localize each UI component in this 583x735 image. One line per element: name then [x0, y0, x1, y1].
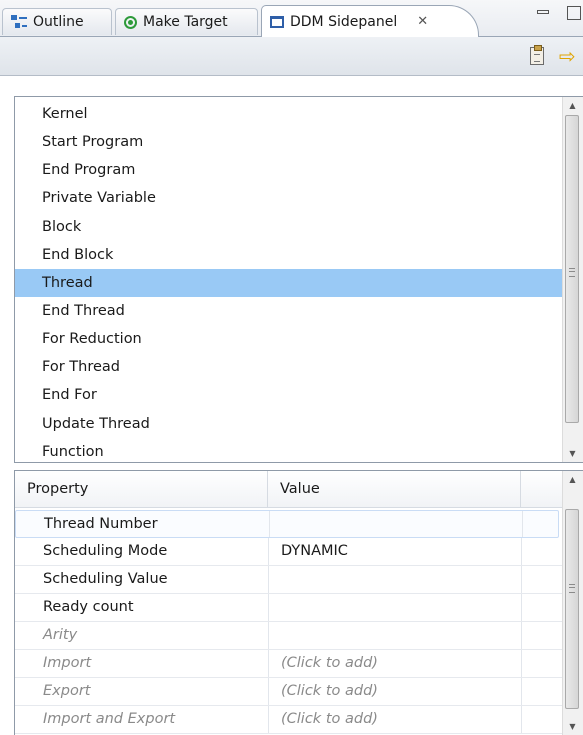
property-value[interactable]: (Click to add)	[281, 678, 521, 705]
column-divider	[521, 650, 522, 677]
scroll-down-icon[interactable]: ▼	[563, 445, 582, 462]
tab-make-target-label: Make Target	[143, 14, 228, 30]
property-name: Thread Number	[44, 516, 158, 532]
property-name: Ready count	[43, 599, 134, 615]
column-divider	[268, 538, 269, 565]
tab-outline[interactable]: Outline	[2, 8, 112, 35]
list-item[interactable]: End Thread	[15, 297, 563, 325]
property-value[interactable]: (Click to add)	[281, 650, 521, 677]
list-item[interactable]: Thread	[15, 268, 583, 297]
table-row[interactable]: Scheduling Mode DYNAMIC	[15, 538, 563, 566]
list-item[interactable]: Start Program	[15, 128, 563, 156]
list-scrollbar[interactable]: ▲ ▼	[562, 97, 583, 462]
list-item[interactable]: Kernel	[15, 100, 563, 128]
column-divider	[521, 678, 522, 705]
column-divider	[268, 706, 269, 733]
property-value[interactable]	[282, 511, 522, 538]
table-row[interactable]: Arity	[15, 622, 563, 650]
property-name: Scheduling Value	[43, 571, 168, 587]
grip-icon	[569, 268, 575, 277]
tab-outline-label: Outline	[33, 14, 84, 30]
panel-icon	[270, 15, 284, 28]
view-toolbar: ⇨	[0, 37, 583, 76]
column-divider	[269, 511, 270, 537]
table-row[interactable]: Export (Click to add)	[15, 678, 563, 706]
table-row[interactable]: Import and Export (Click to add)	[15, 706, 563, 734]
list-item[interactable]: Update Thread	[15, 410, 563, 438]
property-value[interactable]	[281, 594, 521, 621]
column-divider	[521, 706, 522, 733]
table-row[interactable]: Scheduling Value	[15, 566, 563, 594]
clipboard-icon[interactable]	[530, 45, 544, 65]
element-list: Kernel Start Program End Program Private Va…	[14, 96, 583, 463]
property-value[interactable]: DYNAMIC	[281, 538, 521, 565]
properties-rows: Thread Number Scheduling Mode DYNAMIC Sched…	[15, 510, 563, 734]
column-divider	[522, 511, 523, 537]
properties-table: Property Value Thread Number Scheduling M…	[14, 470, 583, 735]
column-divider	[521, 566, 522, 593]
property-name: Scheduling Mode	[43, 543, 168, 559]
tab-make-target[interactable]: Make Target	[115, 8, 258, 35]
list-item[interactable]: For Thread	[15, 353, 563, 381]
property-name: Import	[43, 655, 92, 671]
scroll-thumb[interactable]	[565, 115, 579, 423]
properties-header: Property Value	[15, 471, 563, 508]
column-divider	[268, 650, 269, 677]
property-value[interactable]	[281, 622, 521, 649]
table-row[interactable]: Thread Number	[15, 510, 559, 538]
list-item[interactable]: End For	[15, 381, 563, 409]
property-name: Import and Export	[43, 711, 176, 727]
column-divider	[521, 594, 522, 621]
property-value[interactable]: (Click to add)	[281, 706, 521, 733]
outline-icon	[11, 15, 27, 29]
element-list-body: Kernel Start Program End Program Private Va…	[15, 100, 583, 462]
make-target-icon	[124, 15, 137, 29]
table-row[interactable]: Ready count	[15, 594, 563, 622]
column-header-value[interactable]: Value	[268, 471, 521, 507]
property-name: Export	[43, 683, 91, 699]
arrow-right-icon[interactable]: ⇨	[559, 46, 583, 66]
grip-icon	[569, 584, 575, 593]
property-name: Arity	[43, 627, 78, 643]
tab-ddm-sidepanel-label: DDM Sidepanel	[290, 13, 398, 30]
scroll-up-icon[interactable]: ▲	[563, 471, 582, 488]
column-divider	[521, 622, 522, 649]
column-divider	[268, 622, 269, 649]
list-item[interactable]: Private Variable	[15, 184, 563, 212]
list-item[interactable]: End Program	[15, 156, 563, 184]
column-divider	[268, 594, 269, 621]
list-item[interactable]: Block	[15, 213, 563, 241]
column-divider	[268, 566, 269, 593]
close-icon[interactable]: ✕	[417, 14, 428, 29]
scroll-down-icon[interactable]: ▼	[563, 718, 582, 735]
list-item[interactable]: For Reduction	[15, 325, 563, 353]
properties-scrollbar[interactable]: ▲ ▼	[562, 471, 583, 735]
minimize-icon[interactable]	[537, 10, 549, 14]
tab-ddm-sidepanel[interactable]: DDM Sidepanel ✕	[261, 5, 479, 37]
view-tab-bar: Outline Make Target DDM Sidepanel ✕	[0, 0, 583, 37]
list-item[interactable]: Function	[15, 438, 563, 462]
scroll-up-icon[interactable]: ▲	[563, 97, 582, 114]
column-divider	[521, 538, 522, 565]
column-divider	[268, 678, 269, 705]
table-row[interactable]: Import (Click to add)	[15, 650, 563, 678]
scroll-thumb[interactable]	[565, 509, 579, 709]
property-value[interactable]	[281, 566, 521, 593]
column-header-property[interactable]: Property	[15, 471, 268, 507]
maximize-icon[interactable]	[567, 6, 581, 20]
list-item[interactable]: End Block	[15, 241, 563, 269]
